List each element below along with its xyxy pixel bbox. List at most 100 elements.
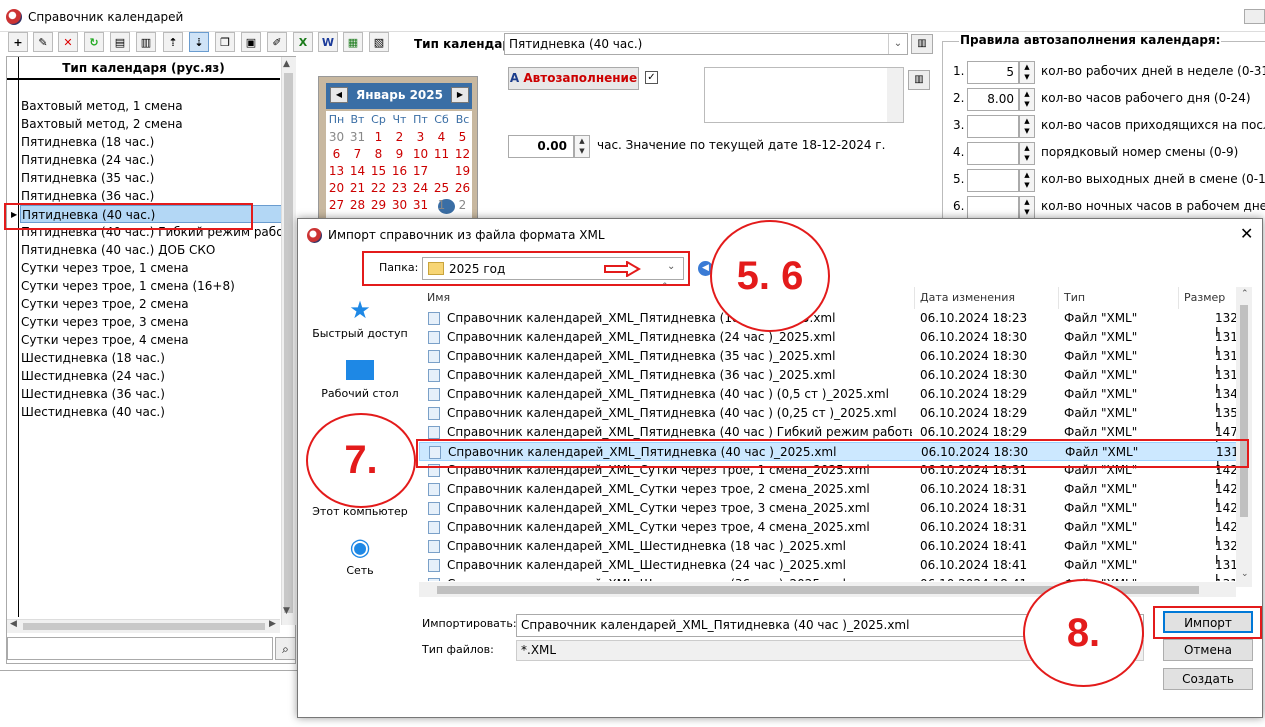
- calendar-day[interactable]: 2: [389, 130, 410, 144]
- file-row[interactable]: Справочник календарей_XML_Пятидневка (24…: [419, 328, 1236, 358]
- next-month-button[interactable]: ▶: [451, 87, 469, 103]
- memo-field[interactable]: [704, 67, 904, 123]
- rule-value-input[interactable]: [967, 169, 1019, 192]
- calendar-day[interactable]: 24: [410, 181, 431, 195]
- list-item[interactable]: Шестидневка (40 час.): [20, 403, 282, 421]
- calendar-day[interactable]: 15: [368, 164, 389, 178]
- calendar-day[interactable]: 18: [431, 164, 452, 178]
- book-icon[interactable]: ▥: [136, 32, 156, 52]
- autofill-checkbox[interactable]: ✓: [645, 71, 658, 84]
- prev-month-button[interactable]: ◀: [330, 87, 348, 103]
- list-item[interactable]: Пятидневка (35 час.): [20, 169, 282, 187]
- edit-icon[interactable]: ✎: [33, 32, 53, 52]
- list-item[interactable]: Шестидневка (24 час.): [20, 367, 282, 385]
- calendar-day[interactable]: 30: [389, 198, 410, 212]
- list-item[interactable]: Пятидневка (24 час.): [20, 151, 282, 169]
- scroll-down-icon[interactable]: ▼: [283, 606, 290, 616]
- book-icon[interactable]: ▥: [911, 34, 933, 54]
- scroll-down-icon[interactable]: ⌄: [1241, 569, 1249, 579]
- close-icon[interactable]: ✕: [1240, 224, 1253, 243]
- chevron-down-icon[interactable]: ⌄: [888, 34, 907, 54]
- word-icon[interactable]: W: [318, 32, 338, 52]
- paste-icon[interactable]: ▣: [241, 32, 261, 52]
- rule-spinner[interactable]: ▲ ▼: [1019, 115, 1035, 138]
- calendar-day[interactable]: 6: [326, 147, 347, 161]
- file-row[interactable]: Справочник календарей_XML_Шестидневка (1…: [419, 537, 1236, 567]
- rule-value-input[interactable]: 8.00: [967, 88, 1019, 111]
- scroll-thumb[interactable]: [1240, 305, 1248, 517]
- calendar-day[interactable]: 1: [431, 198, 452, 212]
- calendar-day[interactable]: 1: [368, 130, 389, 144]
- calendar-day[interactable]: 31: [410, 198, 431, 212]
- rule-value-input[interactable]: [967, 142, 1019, 165]
- rule-spinner[interactable]: ▲ ▼: [1019, 169, 1035, 192]
- list-item[interactable]: Шестидневка (36 час.): [20, 385, 282, 403]
- list-item[interactable]: Вахтовый метод, 1 смена: [20, 97, 282, 115]
- place-desktop[interactable]: Рабочий стол: [304, 357, 416, 400]
- excel-icon[interactable]: X: [293, 32, 313, 52]
- cancel-button[interactable]: Отмена: [1163, 639, 1253, 661]
- calendar-day[interactable]: 28: [347, 198, 368, 212]
- file-row[interactable]: Справочник календарей_XML_Пятидневка (18…: [419, 309, 1236, 339]
- rule-value-input[interactable]: [967, 196, 1019, 219]
- copy-icon[interactable]: ❐: [215, 32, 235, 52]
- hours-spinner[interactable]: ▲ ▼: [574, 135, 590, 158]
- export-icon[interactable]: ▤: [110, 32, 130, 52]
- file-row[interactable]: Справочник календарей_XML_Сутки через тр…: [419, 480, 1236, 510]
- calendar-day[interactable]: 11: [431, 147, 452, 161]
- create-button[interactable]: Создать: [1163, 668, 1253, 690]
- file-row[interactable]: Справочник календарей_XML_Сутки через тр…: [419, 518, 1236, 548]
- scroll-up-icon[interactable]: ▲: [283, 59, 290, 69]
- file-row[interactable]: Справочник календарей_XML_Пятидневка (40…: [419, 385, 1236, 415]
- calendar-day[interactable]: 7: [347, 147, 368, 161]
- calendar-day[interactable]: 10: [410, 147, 431, 161]
- list-item[interactable]: Пятидневка (40 час.) ДОБ СКО: [20, 241, 282, 259]
- column-type[interactable]: Тип: [1064, 291, 1085, 304]
- import-icon[interactable]: ⇣: [189, 32, 209, 52]
- view-icon[interactable]: ▧: [369, 32, 389, 52]
- list-item[interactable]: Сутки через трое, 1 смена (16+8): [20, 277, 282, 295]
- maximize-button[interactable]: [1244, 9, 1265, 24]
- book-icon[interactable]: ▥: [908, 70, 930, 90]
- scroll-up-icon[interactable]: ⌃: [1241, 289, 1249, 299]
- delete-icon[interactable]: ✕: [58, 32, 78, 52]
- list-item[interactable]: Сутки через трое, 2 смена: [20, 295, 282, 313]
- pen-icon[interactable]: ✐: [267, 32, 287, 52]
- hours-input[interactable]: 0.00: [508, 135, 574, 158]
- binoculars-icon[interactable]: ⌕: [275, 637, 296, 660]
- rule-value-input[interactable]: [967, 115, 1019, 138]
- list-item[interactable]: Сутки через трое, 4 смена: [20, 331, 282, 349]
- type-select[interactable]: Пятидневка (40 час.): [504, 33, 908, 55]
- rule-spinner[interactable]: ▲ ▼: [1019, 142, 1035, 165]
- calendar-day[interactable]: 12: [452, 147, 473, 161]
- autofill-button[interactable]: A Автозаполнение: [508, 67, 639, 90]
- memo-scrollbar[interactable]: [887, 68, 903, 122]
- list-header[interactable]: Тип календаря (рус.яз): [7, 57, 280, 80]
- calendar-day[interactable]: 13: [326, 164, 347, 178]
- file-row[interactable]: Справочник календарей_XML_Пятидневка (40…: [419, 404, 1236, 434]
- rule-value-input[interactable]: 5: [967, 61, 1019, 84]
- move-up-icon[interactable]: ⇡: [163, 32, 183, 52]
- place-quick-access[interactable]: ★ Быстрый доступ: [304, 296, 416, 340]
- rule-spinner[interactable]: ▲ ▼: [1019, 61, 1035, 84]
- column-name[interactable]: Имя: [427, 291, 450, 304]
- settings-icon[interactable]: ▦: [343, 32, 363, 52]
- column-size[interactable]: Размер: [1184, 291, 1225, 304]
- calendar-day[interactable]: 23: [389, 181, 410, 195]
- calendar-day[interactable]: 20: [326, 181, 347, 195]
- calendar-day[interactable]: 21: [347, 181, 368, 195]
- calendar-day[interactable]: 4: [431, 130, 452, 144]
- list-item[interactable]: Пятидневка (18 час.): [20, 133, 282, 151]
- calendar-day[interactable]: 29: [368, 198, 389, 212]
- list-item[interactable]: Сутки через трое, 1 смена: [20, 259, 282, 277]
- scroll-thumb[interactable]: [284, 73, 293, 613]
- calendar-day[interactable]: 2: [452, 198, 473, 212]
- calendar-day[interactable]: 5: [452, 130, 473, 144]
- calendar-day[interactable]: 3: [410, 130, 431, 144]
- scroll-right-icon[interactable]: ▶: [269, 619, 276, 629]
- scroll-left-icon[interactable]: ◀: [10, 619, 17, 629]
- list-item[interactable]: Шестидневка (18 час.): [20, 349, 282, 367]
- calendar-day[interactable]: 19: [452, 164, 473, 178]
- hscroll-thumb[interactable]: [23, 623, 265, 630]
- column-date[interactable]: Дата изменения: [920, 291, 1015, 304]
